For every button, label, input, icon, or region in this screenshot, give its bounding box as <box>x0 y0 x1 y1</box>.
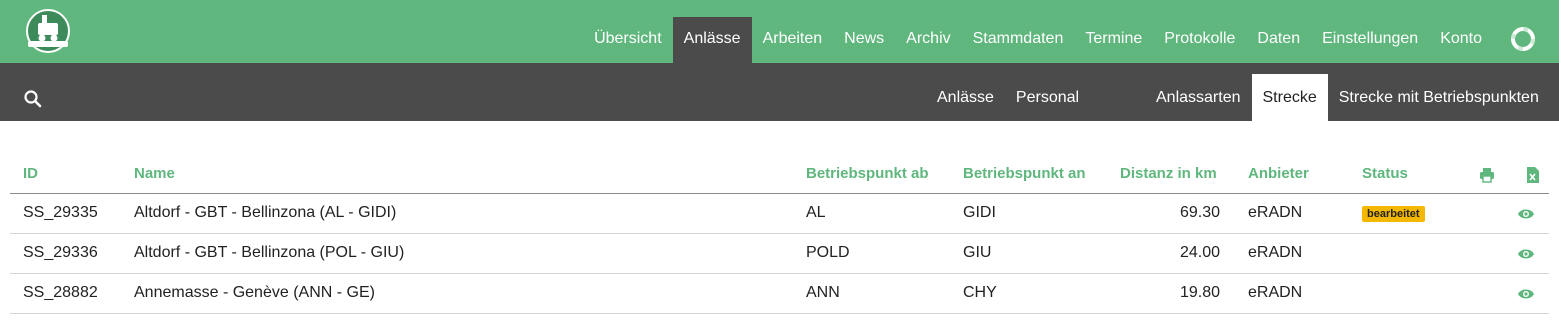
cell-provider: eRADN <box>1248 284 1303 301</box>
table-row[interactable]: SS_28882 Annemasse - Genève (ANN - GE) ANN… <box>10 274 1549 314</box>
table-row[interactable]: SS_29336 Altdorf - GBT - Bellinzona (POL … <box>10 234 1549 274</box>
cell-distance: 19.80 <box>1179 284 1220 301</box>
main-menu: Übersicht Anlässe Arbeiten News Archiv Stammd… <box>583 17 1493 63</box>
header-id[interactable]: ID <box>23 165 38 182</box>
cell-betriebspunkt-ab: POLD <box>806 244 850 261</box>
subnav-item-strecke-mit-betriebspunkten[interactable]: Strecke mit Betriebspunkten <box>1328 74 1550 121</box>
cell-betriebspunkt-an: GIU <box>963 244 992 261</box>
topnav-item-termine[interactable]: Termine <box>1074 17 1153 63</box>
topnav-item-archiv[interactable]: Archiv <box>895 17 961 63</box>
cell-name: Annemasse - Genève (ANN - GE) <box>134 284 375 301</box>
search-icon[interactable] <box>24 90 42 108</box>
cell-betriebspunkt-ab: ANN <box>806 284 840 301</box>
excel-export-icon[interactable] <box>1526 167 1539 183</box>
topnav-item-übersicht[interactable]: Übersicht <box>583 17 673 63</box>
sub-menu-left: Anlässe Personal <box>926 74 1090 121</box>
topnav-item-einstellungen[interactable]: Einstellungen <box>1311 17 1429 63</box>
cell-id: SS_29335 <box>23 204 98 221</box>
cell-betriebspunkt-an: CHY <box>963 284 997 301</box>
topnav-item-daten[interactable]: Daten <box>1246 17 1311 63</box>
topnav-item-anlässe[interactable]: Anlässe <box>672 17 752 63</box>
subnav-item-personal[interactable]: Personal <box>1005 74 1090 121</box>
subnav-item-anlassarten[interactable]: Anlassarten <box>1145 74 1252 121</box>
cell-id: SS_28882 <box>23 284 98 301</box>
cell-name: Altdorf - GBT - Bellinzona (POL - GIU) <box>134 244 405 261</box>
header-status[interactable]: Status <box>1362 165 1408 182</box>
cell-distance: 69.30 <box>1179 204 1220 221</box>
header-provider[interactable]: Anbieter <box>1248 165 1309 182</box>
locomotive-logo[interactable] <box>24 5 72 55</box>
sub-navbar: Anlässe Personal Anlassarten Strecke Streck… <box>0 63 1559 121</box>
top-navbar: Übersicht Anlässe Arbeiten News Archiv Stammd… <box>0 0 1559 63</box>
header-distance[interactable]: Distanz in km <box>1120 165 1217 182</box>
cell-provider: eRADN <box>1248 204 1303 221</box>
lifebuoy-icon[interactable] <box>1511 27 1535 51</box>
cell-distance: 24.00 <box>1179 244 1220 261</box>
table-header: ID Name Betriebspunkt ab Betriebspunkt a… <box>10 152 1549 194</box>
view-eye-icon[interactable] <box>1518 208 1534 220</box>
topnav-item-stammdaten[interactable]: Stammdaten <box>962 17 1075 63</box>
topnav-item-news[interactable]: News <box>833 17 895 63</box>
routes-table: ID Name Betriebspunkt ab Betriebspunkt a… <box>10 152 1549 314</box>
topnav-item-konto[interactable]: Konto <box>1429 17 1493 63</box>
subnav-item-strecke[interactable]: Strecke <box>1251 74 1328 121</box>
header-name[interactable]: Name <box>134 165 175 182</box>
view-eye-icon[interactable] <box>1518 288 1534 300</box>
print-icon[interactable] <box>1479 167 1495 183</box>
sub-menu-right: Anlassarten Strecke Strecke mit Betriebspu… <box>1145 74 1550 121</box>
cell-id: SS_29336 <box>23 244 98 261</box>
status-badge: bearbeitet <box>1362 206 1425 222</box>
topnav-item-arbeiten[interactable]: Arbeiten <box>752 17 834 63</box>
table-body: SS_29335 Altdorf - GBT - Bellinzona (AL -… <box>10 194 1549 314</box>
cell-betriebspunkt-ab: AL <box>806 204 826 221</box>
topnav-item-protokolle[interactable]: Protokolle <box>1153 17 1246 63</box>
cell-betriebspunkt-an: GIDI <box>963 204 996 221</box>
header-betriebspunkt-ab[interactable]: Betriebspunkt ab <box>806 165 929 182</box>
table-row[interactable]: SS_29335 Altdorf - GBT - Bellinzona (AL -… <box>10 194 1549 234</box>
view-eye-icon[interactable] <box>1518 248 1534 260</box>
cell-name: Altdorf - GBT - Bellinzona (AL - GIDI) <box>134 204 397 221</box>
header-betriebspunkt-an[interactable]: Betriebspunkt an <box>963 165 1086 182</box>
subnav-item-anlässe[interactable]: Anlässe <box>926 74 1005 121</box>
cell-provider: eRADN <box>1248 244 1303 261</box>
